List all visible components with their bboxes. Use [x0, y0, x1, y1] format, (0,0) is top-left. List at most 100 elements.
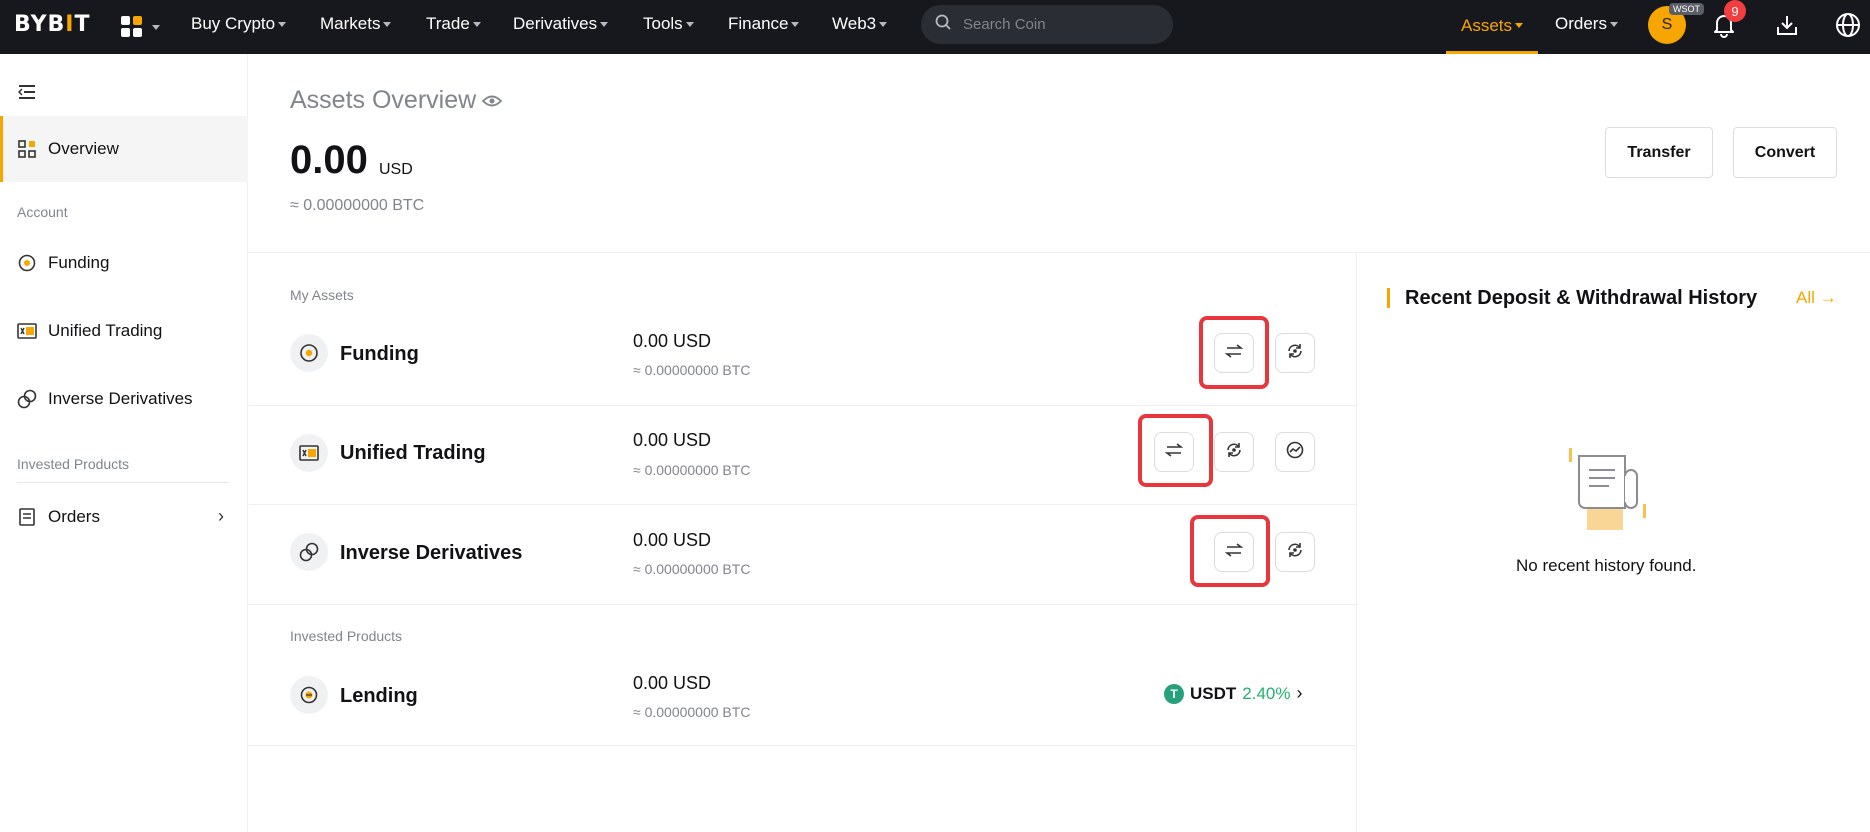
- my-assets-label: My Assets: [290, 287, 354, 303]
- unified-trading-icon: [16, 320, 38, 342]
- invested-products-label: Invested Products: [290, 628, 403, 644]
- nav-trade[interactable]: Trade: [426, 14, 481, 34]
- inverse-derivatives-icon: [16, 388, 38, 410]
- nav-assets[interactable]: Assets: [1446, 0, 1538, 54]
- chevron-down-icon: [383, 22, 392, 28]
- asset-name-funding[interactable]: Funding: [340, 343, 419, 366]
- divider: [249, 504, 1356, 505]
- inverse-derivatives-convert-button[interactable]: [1275, 532, 1315, 572]
- nav-orders[interactable]: Orders: [1555, 14, 1618, 34]
- trend-chart-icon: [1286, 441, 1304, 464]
- sidebar-item-label: Overview: [48, 139, 119, 158]
- sidebar-item-label: Funding: [48, 253, 110, 272]
- chevron-down-icon: [152, 24, 160, 30]
- chevron-down-icon: [879, 22, 888, 28]
- chevron-down-icon: [600, 22, 609, 28]
- sidebar-item-label: Orders: [48, 507, 100, 526]
- sidebar-collapse-button[interactable]: [17, 84, 36, 105]
- chevron-down-icon: [1515, 23, 1524, 28]
- sidebar: Overview Account Funding Unified Trading…: [0, 54, 248, 832]
- notification-count-badge: 9: [1724, 0, 1746, 22]
- funding-icon: [16, 252, 38, 274]
- asset-value-inverse-derivatives: 0.00 USD: [633, 530, 712, 550]
- bybit-logo[interactable]: BYBIT: [14, 12, 90, 37]
- unified-trading-convert-button[interactable]: [1214, 432, 1254, 472]
- balance-unit: USD: [379, 161, 413, 178]
- funding-transfer-button[interactable]: [1214, 333, 1254, 373]
- unified-trading-transfer-button[interactable]: [1154, 432, 1194, 472]
- funding-icon: [290, 334, 328, 372]
- nav-finance[interactable]: Finance: [728, 14, 800, 34]
- usdt-coin-icon: T: [1164, 683, 1184, 704]
- sidebar-section-account: Account: [17, 204, 68, 220]
- nav-web3[interactable]: Web3: [832, 14, 888, 34]
- divider: [249, 405, 1356, 406]
- divider: [249, 745, 1356, 746]
- chevron-down-icon: [278, 22, 287, 28]
- asset-value-lending: 0.00 USD: [633, 673, 712, 693]
- transfer-button[interactable]: Transfer: [1605, 127, 1713, 178]
- history-accent-bar: [1387, 288, 1390, 308]
- chevron-down-icon: [1609, 22, 1618, 28]
- nav-tools[interactable]: Tools: [643, 14, 694, 34]
- sidebar-item-label: Unified Trading: [48, 321, 163, 340]
- page-title: Assets Overview: [290, 86, 503, 115]
- sidebar-section-invested: Invested Products: [17, 456, 130, 472]
- asset-btc-inverse-derivatives: ≈ 0.00000000 BTC: [633, 561, 751, 577]
- asset-btc-unified-trading: ≈ 0.00000000 BTC: [633, 462, 751, 478]
- nav-buy-crypto[interactable]: Buy Crypto: [191, 14, 287, 34]
- eye-icon[interactable]: [481, 86, 503, 115]
- lending-coin: USDT: [1190, 683, 1237, 703]
- sidebar-item-overview[interactable]: Overview: [0, 116, 248, 182]
- asset-name-lending[interactable]: Lending: [340, 685, 418, 708]
- apps-menu-button[interactable]: [121, 12, 161, 42]
- divider: [249, 252, 1870, 253]
- unified-trading-icon: [290, 434, 328, 472]
- sidebar-item-inverse-derivatives[interactable]: Inverse Derivatives: [0, 366, 248, 432]
- overview-icon: [16, 138, 38, 160]
- search-coin-input[interactable]: [963, 16, 1153, 33]
- asset-value-unified-trading: 0.00 USD: [633, 430, 712, 450]
- sidebar-item-label: Inverse Derivatives: [48, 389, 193, 408]
- convert-icon: [1225, 441, 1243, 464]
- language-button[interactable]: [1833, 12, 1863, 42]
- sidebar-item-funding[interactable]: Funding: [0, 230, 248, 296]
- asset-name-inverse-derivatives[interactable]: Inverse Derivatives: [340, 542, 522, 565]
- search-coin-box[interactable]: [921, 5, 1173, 44]
- asset-btc-lending: ≈ 0.00000000 BTC: [633, 704, 751, 720]
- arrow-right-icon: →: [1819, 288, 1837, 307]
- asset-name-unified-trading[interactable]: Unified Trading: [340, 442, 486, 465]
- inverse-derivatives-icon: [290, 533, 328, 571]
- history-all-link[interactable]: All →: [1796, 288, 1837, 308]
- sidebar-item-orders[interactable]: Orders: [0, 484, 248, 550]
- convert-icon: [1286, 342, 1304, 365]
- unified-trading-trade-button[interactable]: [1275, 432, 1315, 472]
- sidebar-item-unified-trading[interactable]: Unified Trading: [0, 298, 248, 364]
- lending-apr: 2.40%: [1242, 683, 1291, 703]
- nav-derivatives[interactable]: Derivatives: [513, 14, 609, 34]
- total-balance: 0.00: [290, 138, 368, 182]
- nav-markets[interactable]: Markets: [320, 14, 392, 34]
- empty-history-text: No recent history found.: [1516, 556, 1697, 575]
- lending-icon: [290, 676, 328, 714]
- chevron-down-icon: [791, 22, 800, 28]
- download-icon: [1775, 13, 1799, 42]
- transfer-arrows-icon: [1224, 542, 1244, 562]
- convert-icon: [1286, 541, 1304, 564]
- funding-convert-button[interactable]: [1275, 333, 1315, 373]
- orders-icon: [16, 506, 38, 528]
- convert-button[interactable]: Convert: [1733, 127, 1837, 178]
- avatar-tag-badge: WSOT: [1669, 3, 1704, 15]
- sidebar-divider: [17, 482, 229, 483]
- chevron-down-icon: [685, 22, 694, 28]
- download-button[interactable]: [1772, 12, 1802, 42]
- inverse-derivatives-transfer-button[interactable]: [1214, 532, 1254, 572]
- lending-apr-link[interactable]: T USDT 2.40% ›: [1164, 683, 1302, 704]
- transfer-arrows-icon: [1164, 442, 1184, 462]
- transfer-arrows-icon: [1224, 343, 1244, 363]
- history-title: Recent Deposit & Withdrawal History: [1405, 287, 1758, 309]
- divider: [1356, 253, 1357, 832]
- globe-icon: [1835, 12, 1861, 43]
- chevron-right-icon: ›: [1296, 683, 1303, 703]
- balance-btc: ≈ 0.00000000 BTC: [290, 197, 425, 214]
